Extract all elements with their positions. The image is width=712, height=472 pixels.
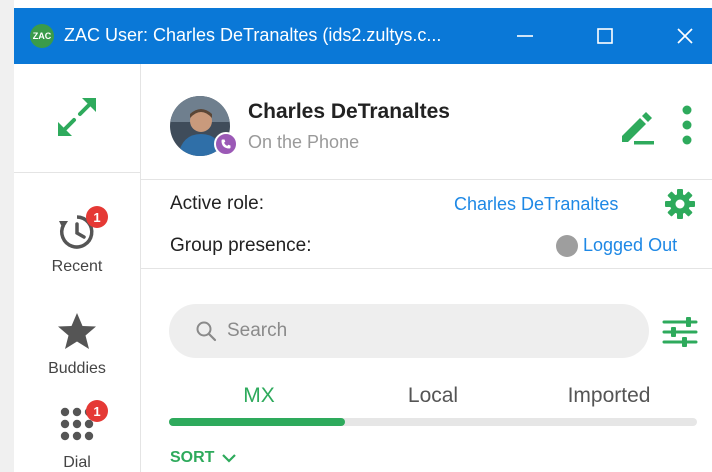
group-presence-value[interactable]: Logged Out — [583, 235, 677, 256]
minimize-icon — [517, 35, 533, 37]
rail-label-recent: Recent — [51, 258, 103, 275]
rail-item-recent[interactable]: 1 Recent — [14, 206, 140, 276]
title-bar[interactable]: ZAC ZAC User: Charles DeTranaltes (ids2.… — [14, 8, 712, 64]
desktop-background — [0, 0, 14, 472]
group-presence-label: Group presence: — [170, 235, 312, 256]
search-bar[interactable] — [169, 304, 649, 358]
gear-icon[interactable] — [664, 188, 696, 220]
more-options-icon[interactable] — [680, 104, 694, 146]
tab-mx[interactable]: MX — [174, 384, 344, 408]
presence-divider — [140, 268, 712, 269]
expand-icon[interactable] — [56, 96, 98, 138]
sort-button[interactable]: SORT — [170, 449, 237, 467]
edit-icon[interactable] — [616, 106, 656, 146]
search-icon — [196, 321, 217, 342]
rail-label-buddies: Buddies — [48, 360, 106, 377]
dial-badge: 1 — [86, 400, 108, 422]
zac-window: ZAC ZAC User: Charles DeTranaltes (ids2.… — [14, 8, 712, 472]
active-role-value[interactable]: Charles DeTranaltes — [454, 194, 618, 215]
rail-item-buddies[interactable]: Buddies — [14, 312, 140, 378]
star-icon — [58, 313, 96, 349]
sort-label: SORT — [170, 449, 215, 466]
maximize-button[interactable] — [588, 20, 622, 52]
rail-item-dial[interactable]: 1 Dial — [14, 400, 140, 472]
search-input[interactable] — [225, 319, 629, 343]
minimize-button[interactable] — [508, 20, 542, 52]
chevron-down-icon — [222, 454, 237, 463]
presence-status-dot — [556, 235, 578, 257]
tab-imported[interactable]: Imported — [524, 384, 694, 408]
rail-label-dial: Dial — [63, 454, 91, 471]
active-role-label: Active role: — [170, 193, 264, 214]
phone-icon — [221, 139, 231, 149]
maximize-icon — [597, 28, 613, 44]
recent-badge: 1 — [86, 206, 108, 228]
active-tab-indicator — [169, 418, 345, 426]
header-divider — [140, 179, 712, 180]
on-phone-status-icon — [214, 132, 238, 156]
user-name: Charles DeTranaltes — [248, 100, 450, 123]
zac-logo-icon: ZAC — [30, 24, 54, 48]
rail-header — [14, 64, 140, 173]
window-title: ZAC User: Charles DeTranaltes (ids2.zult… — [64, 25, 442, 45]
close-button[interactable] — [668, 20, 702, 52]
filter-settings-icon[interactable] — [662, 316, 698, 348]
close-icon — [677, 28, 693, 44]
user-status: On the Phone — [248, 132, 360, 152]
tab-local[interactable]: Local — [348, 384, 518, 408]
left-rail: 1 Recent Buddies 1 Dial — [14, 64, 141, 472]
